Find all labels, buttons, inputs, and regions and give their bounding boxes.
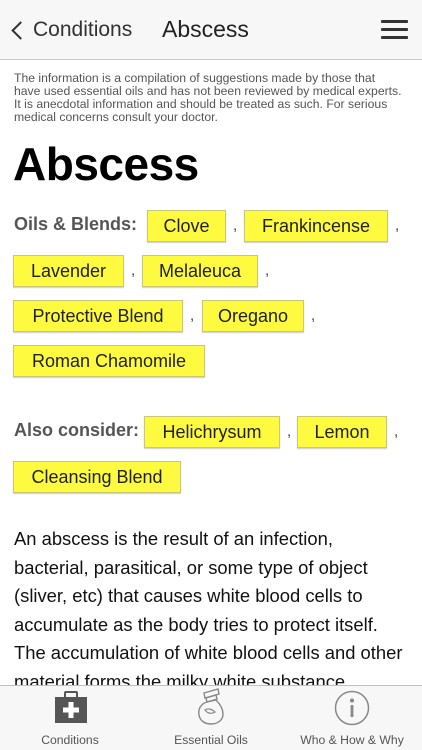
oil-chip-protective-blend[interactable]: Protective Blend — [13, 300, 183, 332]
oil-chip-clove[interactable]: Clove — [147, 210, 226, 242]
hamburger-menu-icon[interactable] — [381, 19, 408, 41]
separator-comma: , — [190, 307, 195, 324]
oil-chip-lemon[interactable]: Lemon — [297, 416, 387, 448]
oil-bottle-icon — [198, 688, 224, 725]
chevron-left-icon — [11, 20, 30, 40]
tab-label-who-how-why: Who & How & Why — [300, 733, 404, 747]
back-button-label: Conditions — [33, 18, 133, 41]
info-icon — [334, 690, 370, 726]
separator-comma: , — [233, 217, 238, 234]
oil-chip-frankincense[interactable]: Frankincense — [244, 210, 388, 242]
condition-heading: Abscess — [13, 138, 199, 190]
oils-blends-label: Oils & Blends: — [14, 214, 138, 234]
tab-essential-oils[interactable]: Essential Oils — [141, 686, 281, 750]
tab-conditions[interactable]: Conditions — [0, 686, 140, 750]
tab-who-how-why[interactable]: Who & How & Why — [282, 686, 422, 750]
also-consider-label: Also consider: — [14, 420, 140, 440]
oil-chip-lavender[interactable]: Lavender — [13, 255, 124, 287]
oil-chip-roman-chamomile[interactable]: Roman Chamomile — [13, 345, 205, 377]
separator-comma: , — [131, 262, 136, 279]
separator-comma: , — [311, 307, 316, 324]
oil-chip-melaleuca[interactable]: Melaleuca — [142, 255, 258, 287]
separator-comma: , — [265, 262, 270, 279]
oil-chip-cleansing-blend[interactable]: Cleansing Blend — [13, 461, 181, 493]
separator-comma: , — [395, 217, 400, 234]
oil-chip-oregano[interactable]: Oregano — [202, 300, 304, 332]
oil-chip-helichrysum[interactable]: Helichrysum — [144, 416, 280, 448]
separator-comma: , — [394, 423, 399, 440]
navigation-bar: Conditions Abscess — [0, 0, 422, 60]
tab-bar: Conditions Essential Oils Who & How & Wh… — [0, 685, 422, 750]
condition-content[interactable]: The information is a compilation of sugg… — [0, 61, 422, 685]
disclaimer-text: The information is a compilation of sugg… — [14, 71, 402, 124]
tab-label-conditions: Conditions — [41, 733, 99, 747]
medical-kit-icon — [55, 691, 87, 723]
tab-label-essential-oils: Essential Oils — [174, 733, 248, 747]
back-button[interactable]: Conditions — [8, 14, 132, 46]
separator-comma: , — [287, 423, 292, 440]
condition-description: An abscess is the result of an infection… — [14, 528, 403, 685]
nav-title: Abscess — [162, 16, 249, 42]
